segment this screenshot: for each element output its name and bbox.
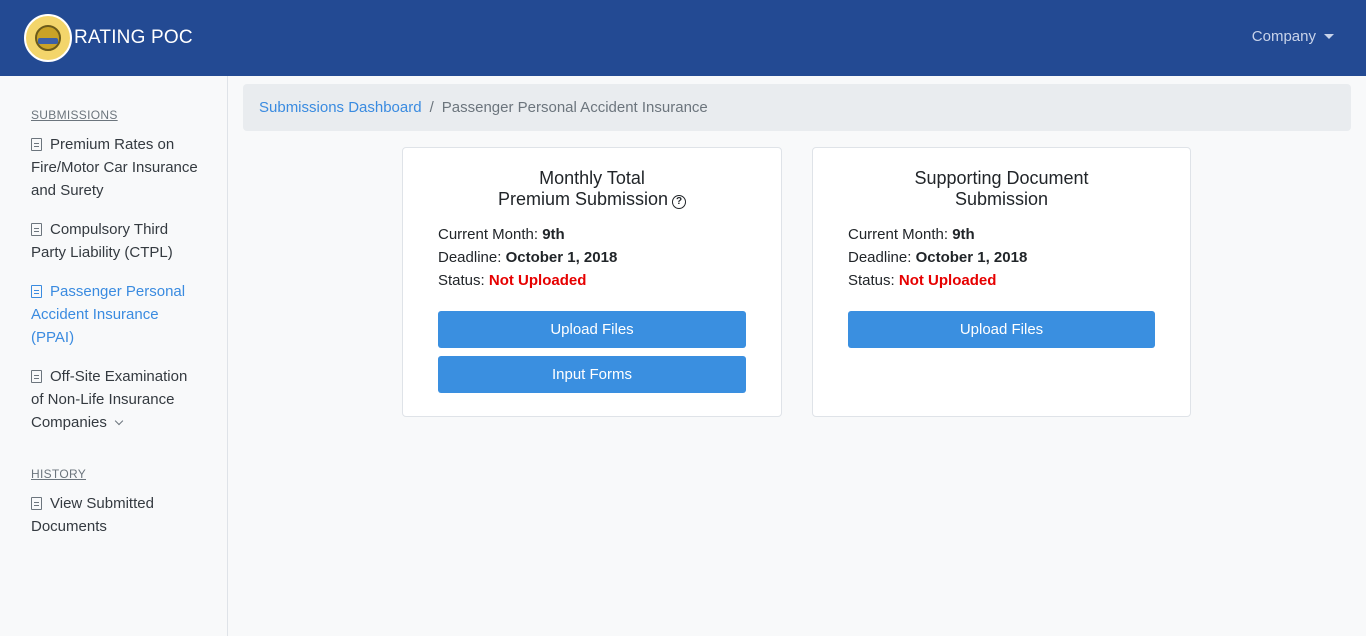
document-icon [31, 138, 42, 151]
supporting-document-card: Supporting Document Submission Current M… [812, 147, 1191, 417]
insurance-commission-seal-logo [24, 14, 72, 62]
document-icon [31, 370, 42, 383]
card-title-line1: Supporting Document [914, 168, 1089, 188]
card-info: Current Month: 9th Deadline: October 1, … [848, 223, 1027, 292]
card-title-line2: Submission [954, 189, 1049, 209]
sidebar-item-ctpl[interactable]: Compulsory Third Party Liability (CTPL) [31, 218, 201, 264]
deadline-label: Deadline: [848, 249, 912, 266]
breadcrumb-link-dashboard[interactable]: Submissions Dashboard [259, 99, 422, 116]
sidebar: SUBMISSIONS Premium Rates on Fire/Motor … [0, 76, 228, 636]
breadcrumb-separator: / [429, 99, 434, 116]
brand[interactable]: RATING POC [24, 14, 193, 62]
sidebar-item-label: Premium Rates on Fire/Motor Car Insuranc… [31, 136, 198, 199]
sidebar-item-off-site-examination[interactable]: Off-Site Examination of Non-Life Insuran… [31, 365, 201, 434]
input-forms-button[interactable]: Input Forms [438, 356, 746, 393]
card-info: Current Month: 9th Deadline: October 1, … [438, 223, 617, 292]
document-icon [31, 223, 42, 236]
current-month-label: Current Month: [438, 226, 539, 243]
sidebar-item-label: Off-Site Examination of Non-Life Insuran… [31, 368, 188, 431]
deadline-value: October 1, 2018 [915, 249, 1028, 266]
deadline-value: October 1, 2018 [505, 249, 618, 266]
card-title: Monthly Total Premium Submission? [403, 168, 781, 210]
company-dropdown[interactable]: Company [1252, 28, 1334, 45]
help-icon[interactable]: ? [672, 195, 687, 209]
sidebar-item-label: Passenger Personal Accident Insurance (P… [31, 283, 186, 346]
monthly-premium-card: Monthly Total Premium Submission? Curren… [402, 147, 782, 417]
status-label: Status: [438, 272, 485, 289]
upload-files-button[interactable]: Upload Files [848, 311, 1155, 348]
card-title-line1: Monthly Total [539, 168, 645, 188]
upload-files-button[interactable]: Upload Files [438, 311, 746, 348]
card-title: Supporting Document Submission [813, 168, 1190, 210]
sidebar-item-view-submitted[interactable]: View Submitted Documents [31, 492, 201, 538]
status-label: Status: [848, 272, 895, 289]
document-icon [31, 497, 42, 510]
status-value: Not Uploaded [898, 272, 997, 289]
company-dropdown-label: Company [1251, 28, 1316, 45]
caret-down-icon [1324, 34, 1334, 39]
sidebar-item-premium-rates[interactable]: Premium Rates on Fire/Motor Car Insuranc… [31, 133, 201, 202]
sidebar-item-label: Compulsory Third Party Liability (CTPL) [31, 221, 173, 261]
current-month-value: 9th [952, 226, 975, 243]
top-navbar: RATING POC Company [0, 0, 1366, 76]
card-title-line2: Premium Submission [497, 189, 669, 209]
breadcrumb-current: Passenger Personal Accident Insurance [441, 99, 708, 116]
submissions-heading: SUBMISSIONS [31, 108, 118, 122]
sidebar-item-ppai[interactable]: Passenger Personal Accident Insurance (P… [31, 280, 201, 349]
breadcrumb: Submissions Dashboard / Passenger Person… [243, 84, 1351, 131]
document-icon [31, 285, 42, 298]
history-heading: HISTORY [31, 467, 87, 481]
brand-title: RATING POC [74, 27, 193, 48]
sidebar-item-label: View Submitted Documents [31, 495, 154, 535]
current-month-value: 9th [542, 226, 565, 243]
chevron-down-icon[interactable] [114, 416, 124, 426]
deadline-label: Deadline: [438, 249, 502, 266]
status-value: Not Uploaded [488, 272, 587, 289]
current-month-label: Current Month: [848, 226, 949, 243]
